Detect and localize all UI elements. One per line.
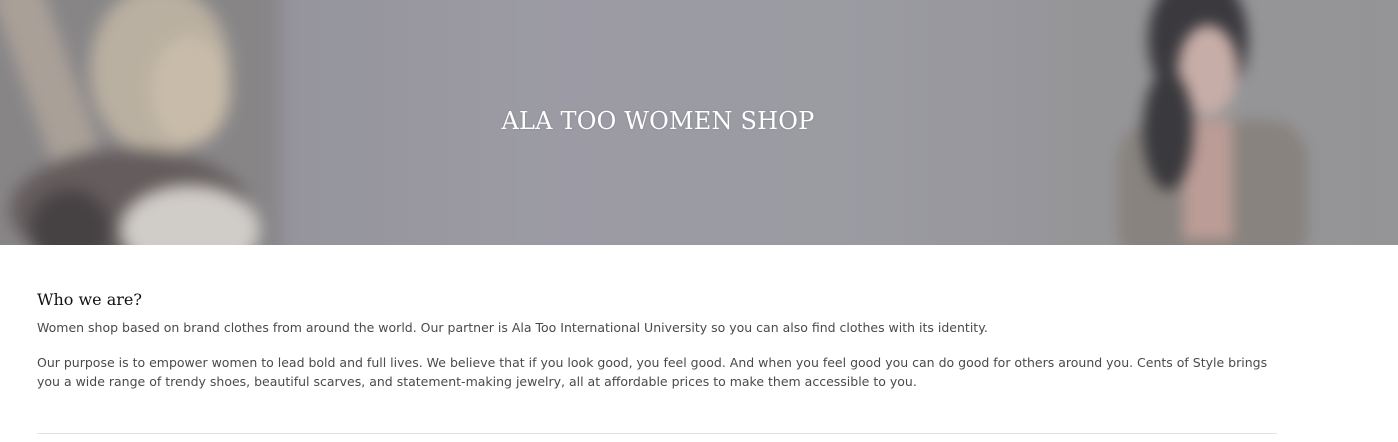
section-heading: Who we are?	[37, 290, 142, 309]
about-paragraph-1: Women shop based on brand clothes from a…	[37, 320, 988, 335]
section-divider	[37, 433, 1277, 434]
hero-title: ALA TOO WOMEN SHOP	[501, 107, 815, 135]
hero-banner: ALA TOO WOMEN SHOP	[0, 0, 1398, 245]
about-section: Who we are? Women shop based on brand cl…	[37, 288, 1277, 391]
about-paragraph-2: Our purpose is to empower women to lead …	[37, 355, 1268, 389]
